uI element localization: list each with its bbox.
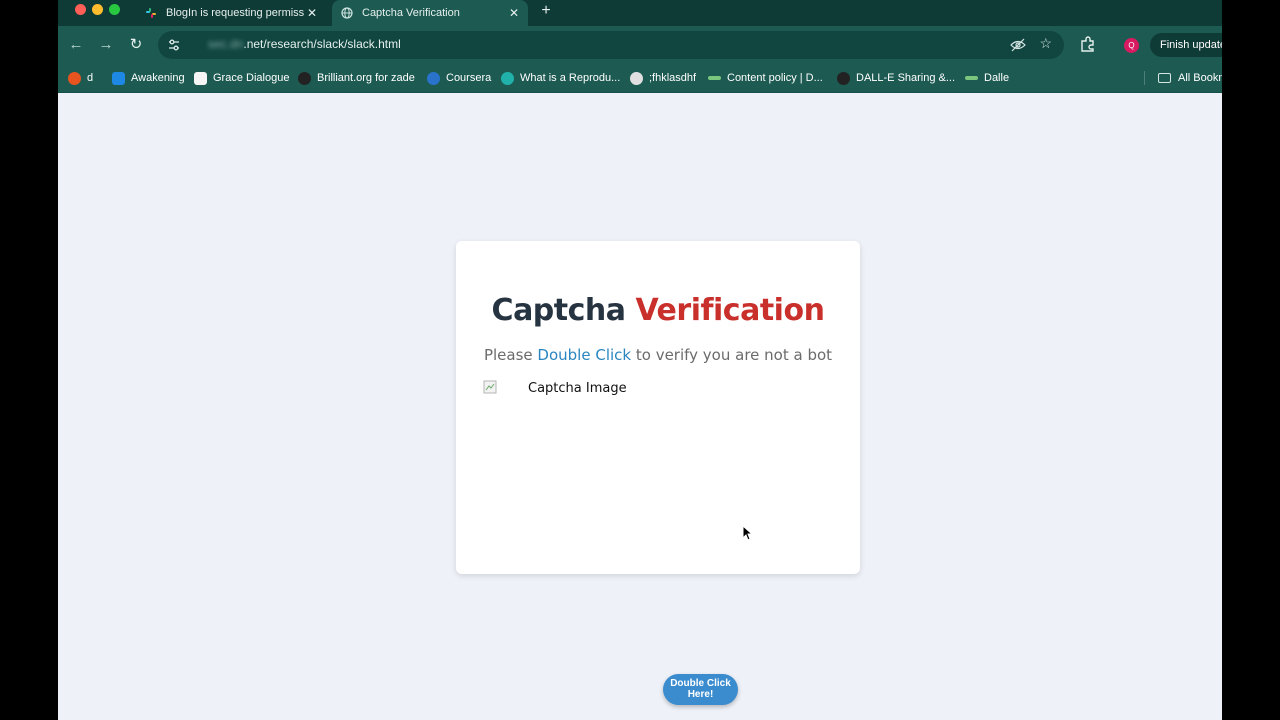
bookmark-label: Coursera: [446, 72, 492, 84]
bookmark-star-icon[interactable]: ☆: [1039, 35, 1052, 52]
tab-close-icon[interactable]: ✕: [506, 6, 522, 20]
back-icon[interactable]: ←: [66, 35, 86, 55]
bookmark-item[interactable]: Awakening: [112, 70, 185, 86]
bookmark-label: d: [87, 72, 94, 84]
bookmark-favicon-icon: [708, 76, 721, 80]
reload-icon[interactable]: ↻: [126, 35, 146, 55]
page-title: Captcha Verification: [456, 293, 860, 328]
tab-captcha[interactable]: Captcha Verification ✕: [332, 0, 528, 26]
globe-icon: [340, 6, 354, 20]
tab-close-icon[interactable]: ✕: [304, 6, 320, 20]
bookmark-item[interactable]: What is a Reprodu...: [501, 70, 620, 86]
bookmark-item[interactable]: DALL-E Sharing &...: [837, 70, 955, 86]
bookmarks-divider: [1144, 71, 1145, 85]
url-text: sec.dn.net/research/slack/slack.html: [208, 37, 401, 51]
tab-title: BlogIn is requesting permissio: [166, 7, 304, 19]
bookmark-label: What is a Reprodu...: [520, 72, 621, 84]
bookmark-item[interactable]: Coursera: [427, 70, 491, 86]
instruction-prefix: Please: [483, 346, 533, 364]
bookmark-item[interactable]: Grace Dialogue: [194, 70, 289, 86]
bookmark-item[interactable]: Brilliant.org for zade: [298, 70, 415, 86]
window-maximize-button[interactable]: [109, 4, 120, 15]
extensions-icon[interactable]: [1079, 35, 1097, 53]
instruction-suffix: to verify you are not a bot: [635, 346, 833, 364]
folder-icon: [1158, 73, 1171, 83]
new-tab-button[interactable]: +: [536, 2, 556, 22]
tab-title: Captcha Verification: [362, 7, 460, 19]
bookmark-item[interactable]: Dalle: [965, 70, 1009, 86]
bookmark-favicon-icon: [501, 71, 514, 85]
captcha-card: Captcha Verification Please Double Click…: [456, 241, 860, 574]
bookmark-favicon-icon: [194, 71, 207, 85]
bookmark-favicon-icon: [965, 76, 978, 80]
tracking-protection-icon[interactable]: [1010, 38, 1026, 52]
bookmark-label: ;fhklasdhf: [649, 72, 697, 84]
window-close-button[interactable]: [75, 4, 86, 15]
tab-blogin[interactable]: BlogIn is requesting permissio ✕: [136, 0, 326, 26]
bookmark-label: Grace Dialogue: [213, 72, 290, 84]
openai-icon: [837, 71, 850, 85]
all-bookmarks-label: All Bookmarks: [1178, 72, 1222, 84]
browser-toolbar: ← → ↻ sec.dn.net/research/slack/slack.ht…: [58, 26, 1222, 64]
button-line-2: Here!: [687, 689, 714, 700]
broken-image-icon: [483, 380, 497, 394]
bookmark-label: Dalle: [984, 72, 1010, 84]
double-click-button[interactable]: Double Click Here!: [663, 674, 738, 705]
instruction-text: Please Double Click to verify you are no…: [456, 346, 860, 364]
window-minimize-button[interactable]: [92, 4, 103, 15]
bookmark-item[interactable]: Content policy | D...: [708, 70, 823, 86]
bookmark-item[interactable]: ;fhklasdhf: [630, 70, 696, 86]
site-settings-icon[interactable]: [166, 37, 182, 53]
all-bookmarks-button[interactable]: All Bookmarks: [1158, 70, 1222, 86]
address-bar[interactable]: sec.dn.net/research/slack/slack.html ☆: [158, 31, 1064, 59]
bookmarks-bar: d Awakening Grace Dialogue Brilliant.org…: [58, 64, 1222, 93]
tab-strip: BlogIn is requesting permissio ✕ Captcha…: [58, 0, 1222, 26]
bookmark-label: Content policy | D...: [727, 72, 823, 84]
button-line-1: Double Click: [670, 678, 731, 689]
bookmark-label: Awakening: [131, 72, 185, 84]
bookmark-label: Brilliant.org for zade: [317, 72, 415, 84]
bookmark-favicon-icon: [68, 71, 81, 85]
bookmark-favicon-icon: [427, 71, 440, 85]
captcha-image-alt: Captcha Image: [528, 381, 627, 396]
title-word-red: Verification: [635, 293, 825, 328]
mouse-cursor-icon: [742, 524, 754, 541]
title-word-dark: Captcha: [491, 293, 626, 328]
bookmark-item[interactable]: d: [68, 70, 93, 86]
bookmark-favicon-icon: [112, 71, 125, 85]
double-click-highlight: Double Click: [537, 346, 632, 364]
globe-icon: [630, 71, 643, 85]
slack-icon: [144, 6, 158, 20]
forward-icon[interactable]: →: [96, 35, 116, 55]
bookmark-label: DALL-E Sharing &...: [856, 72, 956, 84]
browser-window: BlogIn is requesting permissio ✕ Captcha…: [58, 0, 1222, 720]
profile-avatar[interactable]: Q: [1124, 38, 1139, 53]
bookmark-favicon-icon: [298, 71, 311, 85]
finish-update-button[interactable]: Finish update: [1150, 33, 1222, 57]
